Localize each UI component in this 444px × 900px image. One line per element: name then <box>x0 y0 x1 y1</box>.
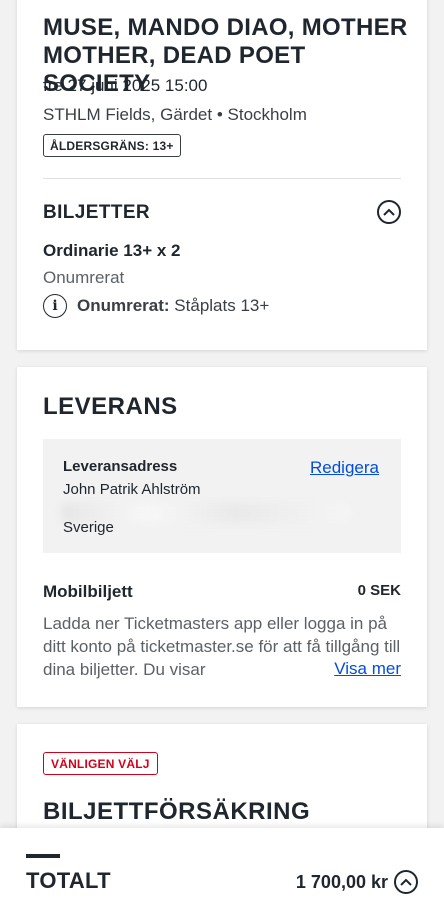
footer-accent-bar <box>26 854 60 858</box>
total-expand-button[interactable] <box>394 870 418 894</box>
show-more-link[interactable]: Visa mer <box>330 659 401 679</box>
event-date: fre 27 juni 2025 15:00 <box>43 76 208 95</box>
seating-info-value: Ståplats 13+ <box>169 296 270 315</box>
event-venue: STHLM Fields, Gärdet • Stockholm <box>43 105 307 124</box>
info-icon: i <box>43 294 67 318</box>
ticket-seating: Onumrerat <box>43 268 125 287</box>
chevron-up-icon <box>383 208 395 216</box>
text-fade <box>267 658 327 681</box>
insurance-heading: BILJETTFÖRSÄKRING <box>43 798 311 825</box>
delivery-address-box: Leveransadress Redigera John Patrik Ahls… <box>43 439 401 553</box>
seating-info: i Onumrerat: Ståplats 13+ <box>43 294 269 318</box>
delivery-heading: LEVERANS <box>43 393 178 420</box>
tickets-collapse-button[interactable] <box>377 200 401 224</box>
seating-info-text: Onumrerat: Ståplats 13+ <box>77 296 269 316</box>
total-value: 1 700,00 kr <box>295 872 388 892</box>
chevron-up-icon <box>400 878 412 886</box>
delivery-card: LEVERANS Leveransadress Redigera John Pa… <box>17 367 427 707</box>
total-footer: TOTALT 1 700,00 kr <box>0 828 444 900</box>
age-limit-badge: ÅLDERSGRÄNS: 13+ <box>43 134 181 157</box>
ticket-type: Ordinarie 13+ x 2 <box>43 241 181 260</box>
total-label: TOTALT <box>26 868 111 893</box>
seating-info-label: Onumrerat: <box>77 296 170 315</box>
please-choose-badge: VÄNLIGEN VÄLJ <box>43 752 158 775</box>
mobile-ticket-price: 0 SEK <box>357 582 401 599</box>
delivery-address-label: Leveransadress <box>63 458 178 475</box>
tickets-heading: BILJETTER <box>43 202 151 223</box>
divider <box>43 178 401 179</box>
mobile-ticket-label: Mobilbiljett <box>43 582 133 601</box>
event-summary-card: MUSE, MANDO DIAO, MOTHER MOTHER, DEAD PO… <box>17 0 427 350</box>
edit-address-link[interactable]: Redigera <box>310 458 379 478</box>
insurance-card: VÄNLIGEN VÄLJ BILJETTFÖRSÄKRING <box>17 724 427 844</box>
recipient-country: Sverige <box>63 519 114 536</box>
recipient-name: John Patrik Ahlström <box>63 481 201 498</box>
